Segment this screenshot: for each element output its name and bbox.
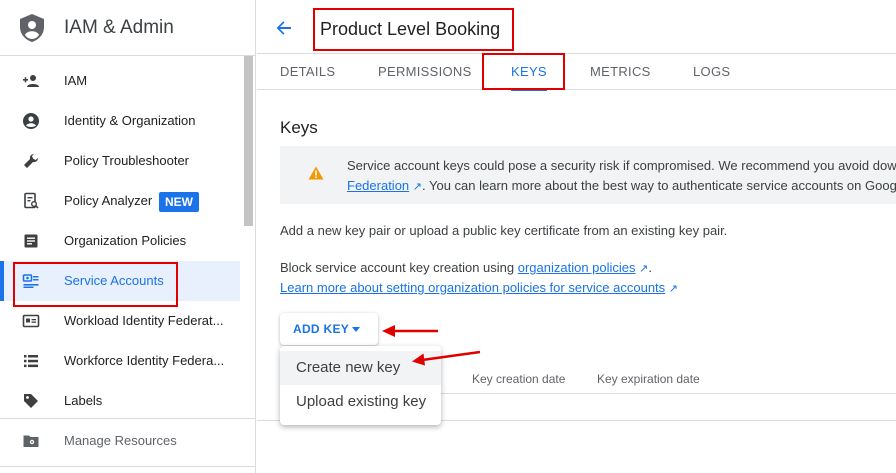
sidebar-item-labels[interactable]: Labels [0,381,240,421]
tab-keys[interactable]: KEYS [511,54,547,91]
folder-gear-icon [23,435,39,447]
tab-permissions[interactable]: PERMISSIONS [378,54,472,90]
sidebar-item-policy-analyzer[interactable]: Policy Analyzer [0,181,240,221]
learn-more-link[interactable]: Learn more about setting organization po… [280,280,665,295]
external-link-icon: ↗ [668,283,679,295]
menu-item-create-new-key[interactable]: Create new key [280,351,441,385]
sidebar-item-policy-troubleshooter[interactable]: Policy Troubleshooter [0,141,240,181]
list-icon [24,355,38,368]
sidebar-item-workload-identity-federation[interactable]: Workload Identity Federat... [0,301,240,341]
sidebar-divider [0,466,256,467]
sidebar-item-label: Manage Resources [64,433,177,448]
sidebar-item-iam[interactable]: IAM [0,61,240,101]
sidebar-item-workforce-identity-federation[interactable]: Workforce Identity Federa... [0,341,240,381]
back-arrow-icon[interactable] [274,18,294,38]
sidebar-item-identity-organization[interactable]: Identity & Organization [0,101,240,141]
warning-banner: Service account keys could pose a securi… [280,146,896,204]
id-card-icon [22,314,40,328]
tab-logs[interactable]: LOGS [693,54,730,90]
federation-link[interactable]: Federation [347,178,409,193]
new-badge: NEW [159,192,199,212]
page-title: Product Level Booking [320,19,501,39]
tab-bar: DETAILS PERMISSIONS KEYS METRICS LOGS [257,54,896,91]
sidebar-item-service-accounts[interactable]: Service Accounts [0,261,240,301]
block-policy-text: Block service account key creation using… [280,260,652,275]
wrench-icon [24,153,39,168]
warning-text: Service account keys could pose a securi… [347,158,896,173]
app-title: IAM & Admin [64,17,174,38]
sidebar-item-label: Workforce Identity Federa... [64,353,225,368]
receipt-search-icon [24,192,39,209]
sidebar-item-label: IAM [64,73,88,88]
warning-icon [308,166,324,180]
top-bar: Product Level Booking [257,0,896,54]
column-key-creation-date: Key creation date [472,372,566,386]
external-link-icon: ↗ [412,181,422,193]
sidebar-scrollbar[interactable] [244,56,253,226]
warning-text-rest: . You can learn more about the best way … [422,178,896,193]
sidebar-divider [0,418,256,419]
add-key-menu: Create new key Upload existing key [280,346,441,425]
sidebar: IAM & Admin IAM Identity & Organization … [0,0,256,473]
sidebar-item-label: Organization Policies [64,233,187,248]
sidebar-item-label: Workload Identity Federat... [64,313,224,328]
sidebar-item-label: Service Accounts [64,273,164,288]
tab-details[interactable]: DETAILS [280,54,335,90]
block-policy-prefix: Block service account key creation using [280,260,518,275]
sidebar-header: IAM & Admin [0,0,256,56]
caret-down-icon [352,327,360,332]
service-account-icon [22,274,39,288]
add-key-label: ADD KEY [293,322,350,336]
app-root: IAM & Admin IAM Identity & Organization … [0,0,896,473]
intro-text: Add a new key pair or upload a public ke… [280,223,728,238]
block-policy-suffix: . [648,260,652,275]
sidebar-item-label: Policy Analyzer [64,193,153,208]
shield-logo-icon [20,14,44,42]
learn-more-line: Learn more about setting organization po… [280,280,678,295]
column-key-expiration-date: Key expiration date [597,372,700,386]
account-circle-icon [23,113,39,129]
keys-heading: Keys [280,118,318,137]
sidebar-item-label: Policy Troubleshooter [64,153,190,168]
keys-table-header: Key creation date Key expiration date [440,364,896,394]
label-tag-icon [24,394,38,408]
sidebar-item-organization-policies[interactable]: Organization Policies [0,221,240,261]
organization-policies-link[interactable]: organization policies [518,260,636,275]
main-content: Product Level Booking DETAILS PERMISSION… [257,0,896,473]
tab-metrics[interactable]: METRICS [590,54,651,90]
sidebar-item-manage-resources[interactable]: Manage Resources [0,421,240,461]
sidebar-item-label: Labels [64,393,103,408]
person-add-icon [23,75,39,87]
warning-text-line2: Federation ↗. You can learn more about t… [347,178,896,193]
menu-item-upload-existing-key[interactable]: Upload existing key [280,385,441,419]
add-key-button[interactable]: ADD KEY [280,313,378,345]
document-icon [24,234,38,248]
sidebar-item-label: Identity & Organization [64,113,196,128]
external-link-icon: ↗ [639,263,649,275]
